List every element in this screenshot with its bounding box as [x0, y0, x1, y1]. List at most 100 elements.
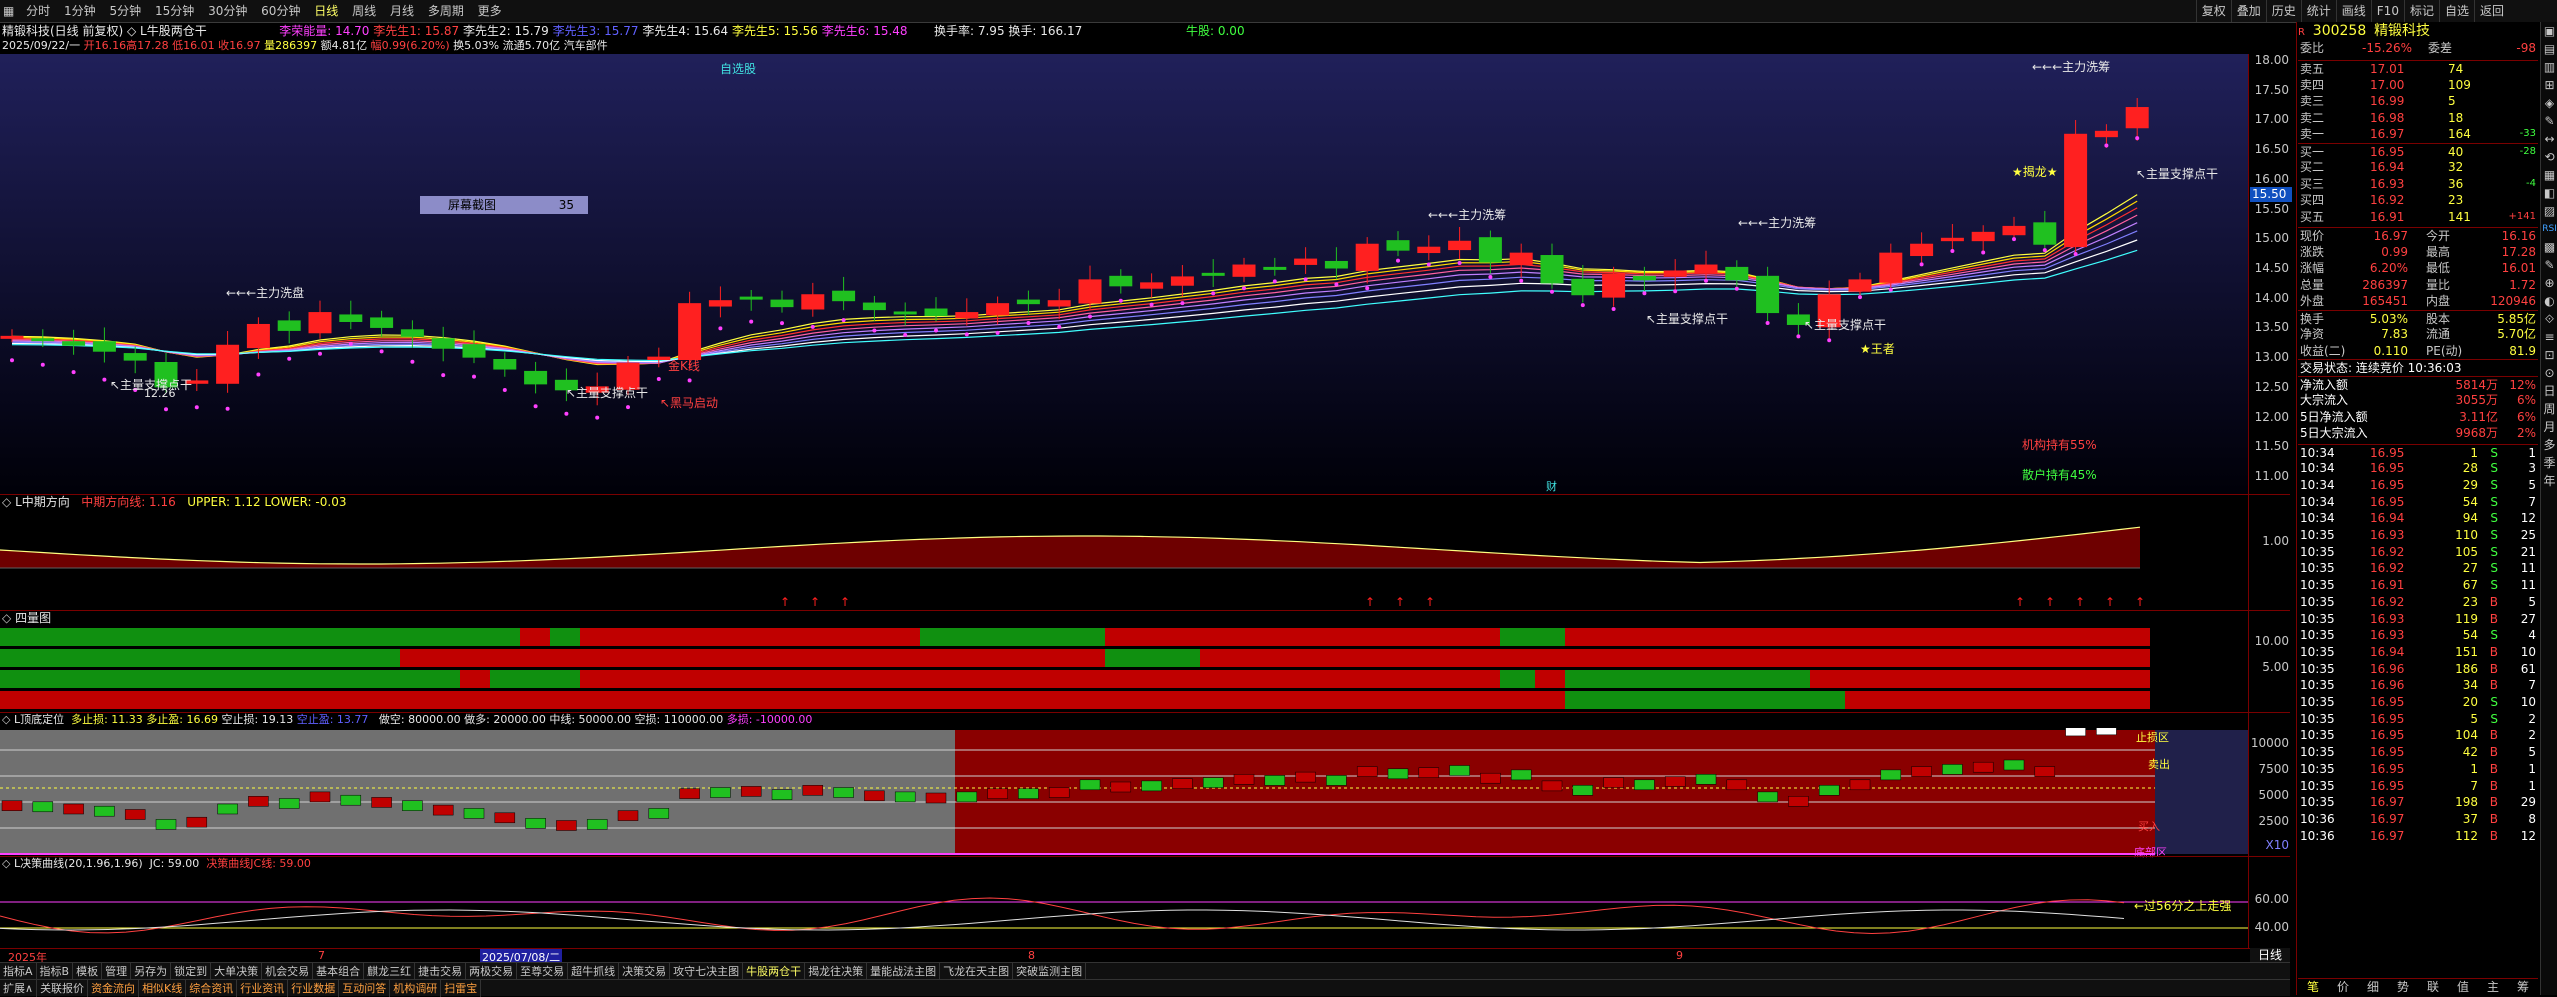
- panel3-close-icon[interactable]: ◇: [2, 611, 11, 625]
- indicator-tab[interactable]: 揭龙往决策: [805, 963, 868, 980]
- v-icon-10[interactable]: ◧: [2541, 184, 2557, 202]
- indicator-tab[interactable]: 决策交易: [619, 963, 671, 980]
- indicator-tab[interactable]: 突破监测主图: [1013, 963, 1087, 980]
- v-icon-11[interactable]: ▨: [2541, 202, 2557, 220]
- tab-period-7[interactable]: 周线: [347, 0, 381, 22]
- v-tab-day[interactable]: 日: [2541, 382, 2557, 400]
- tab-period-2[interactable]: 5分钟: [104, 0, 146, 22]
- v-icon-15[interactable]: ◐: [2541, 292, 2557, 310]
- panel3-chart[interactable]: [0, 626, 2248, 712]
- panel3-name[interactable]: 四量图: [15, 611, 51, 625]
- v-tab-season[interactable]: 季: [2541, 454, 2557, 472]
- quote-tab[interactable]: 值: [2448, 979, 2478, 996]
- v-icon-2[interactable]: ▤: [2541, 40, 2557, 58]
- panel5-name[interactable]: L决策曲线(20,1.96,1.96): [14, 857, 143, 870]
- quote-tab[interactable]: 势: [2388, 979, 2418, 996]
- v-icon-3[interactable]: ▥: [2541, 58, 2557, 76]
- btn-diejia[interactable]: 叠加: [2230, 0, 2266, 22]
- info-tab[interactable]: 关联报价: [37, 980, 89, 997]
- v-icon-12[interactable]: ▩: [2541, 238, 2557, 256]
- indicator-tab[interactable]: 基本组合: [313, 963, 365, 980]
- tab-period-6[interactable]: 日线: [309, 0, 343, 22]
- btn-fuquan[interactable]: 复权: [2195, 0, 2231, 22]
- panel4-close-icon[interactable]: ◇: [2, 713, 10, 726]
- quote-tab[interactable]: 价: [2328, 979, 2358, 996]
- indicator-tab[interactable]: 指标A: [0, 963, 37, 980]
- info-tab[interactable]: 行业数据: [288, 980, 340, 997]
- v-icon-16[interactable]: ⟐: [2541, 310, 2557, 328]
- btn-lishi[interactable]: 历史: [2265, 0, 2301, 22]
- info-tab[interactable]: 扩展∧: [0, 980, 38, 997]
- info-tab[interactable]: 扫雷宝: [441, 980, 482, 997]
- btn-tongji[interactable]: 统计: [2300, 0, 2336, 22]
- quote-tab[interactable]: 筹: [2508, 979, 2538, 996]
- panel4-chart[interactable]: [0, 715, 2248, 856]
- panel2-area[interactable]: ↑ ↑ ↑ ↑ ↑ ↑ ↑ ↑ ↑ ↑ ↑: [0, 510, 2248, 610]
- candlestick-chart[interactable]: [0, 54, 2248, 494]
- v-icon-7[interactable]: ↔: [2541, 130, 2557, 148]
- tab-period-3[interactable]: 15分钟: [150, 0, 199, 22]
- panel2-close-icon[interactable]: ◇: [2, 495, 11, 509]
- indicator-tab[interactable]: 管理: [102, 963, 132, 980]
- v-tab-week[interactable]: 周: [2541, 400, 2557, 418]
- tab-period-9[interactable]: 多周期: [423, 0, 469, 22]
- panel5-area[interactable]: [0, 872, 2248, 948]
- main-chart-area[interactable]: [0, 54, 2248, 494]
- info-tab[interactable]: 相似K线: [139, 980, 187, 997]
- quote-tab[interactable]: 细: [2358, 979, 2388, 996]
- panel2-name[interactable]: L中期方向: [15, 495, 70, 509]
- v-icon-13[interactable]: ✎: [2541, 256, 2557, 274]
- panel3-area[interactable]: [0, 626, 2248, 712]
- indicator-tab[interactable]: 机会交易: [262, 963, 314, 980]
- v-icon-18[interactable]: ⊡: [2541, 346, 2557, 364]
- v-icon-8[interactable]: ⟲: [2541, 148, 2557, 166]
- indicator-tab[interactable]: 量能战法主图: [867, 963, 941, 980]
- panel5-close-icon[interactable]: ◇: [2, 857, 10, 870]
- info-tab[interactable]: 综合资讯: [186, 980, 238, 997]
- info-tab[interactable]: 机构调研: [390, 980, 442, 997]
- v-icon-14[interactable]: ⊕: [2541, 274, 2557, 292]
- panel2-chart[interactable]: ↑ ↑ ↑ ↑ ↑ ↑ ↑ ↑ ↑ ↑ ↑: [0, 510, 2248, 610]
- window-icon[interactable]: ▦: [0, 0, 17, 22]
- btn-fanhui[interactable]: 返回: [2473, 0, 2509, 22]
- tab-period-1[interactable]: 1分钟: [59, 0, 101, 22]
- tab-period-0[interactable]: 分时: [21, 0, 55, 22]
- v-icon-5[interactable]: ◈: [2541, 94, 2557, 112]
- v-icon-6[interactable]: ✎: [2541, 112, 2557, 130]
- btn-f10[interactable]: F10: [2370, 0, 2404, 22]
- info-tab[interactable]: 资金流向: [88, 980, 140, 997]
- indicator-tab[interactable]: 两极交易: [466, 963, 518, 980]
- v-icon-1[interactable]: ▣: [2541, 22, 2557, 40]
- indicator-tab[interactable]: 飞龙在天主图: [940, 963, 1014, 980]
- indicator-tab[interactable]: 另存为: [131, 963, 172, 980]
- indicator-tab[interactable]: 指标B: [37, 963, 74, 980]
- tab-period-10[interactable]: 更多: [473, 0, 507, 22]
- indicator-tab[interactable]: 大单决策: [211, 963, 263, 980]
- tab-period-8[interactable]: 月线: [385, 0, 419, 22]
- indicator-tab[interactable]: 麒龙三红: [364, 963, 416, 980]
- indicator-tab[interactable]: 捷击交易: [415, 963, 467, 980]
- v-icon-9[interactable]: ▦: [2541, 166, 2557, 184]
- indicator-name[interactable]: ◇ L牛股两仓干: [127, 24, 207, 38]
- panel4-area[interactable]: [0, 715, 2248, 856]
- v-tab-rsi[interactable]: RSI: [2541, 220, 2557, 238]
- v-icon-4[interactable]: ⊞: [2541, 76, 2557, 94]
- tab-period-5[interactable]: 60分钟: [256, 0, 305, 22]
- quote-tab[interactable]: 主: [2478, 979, 2508, 996]
- tab-period-4[interactable]: 30分钟: [203, 0, 252, 22]
- v-icon-19[interactable]: ⊙: [2541, 364, 2557, 382]
- indicator-tab[interactable]: 至尊交易: [517, 963, 569, 980]
- panel5-chart[interactable]: [0, 872, 2248, 948]
- indicator-tab[interactable]: 超牛抓线: [568, 963, 620, 980]
- info-tab[interactable]: 互动问答: [339, 980, 391, 997]
- panel4-name[interactable]: L顶底定位: [14, 713, 64, 726]
- v-tab-year[interactable]: 年: [2541, 472, 2557, 490]
- indicator-tab[interactable]: 锁定到: [171, 963, 212, 980]
- indicator-tab[interactable]: 牛股两仓干: [743, 963, 806, 980]
- quote-tab[interactable]: 笔: [2298, 979, 2328, 996]
- v-tab-multi[interactable]: 多: [2541, 436, 2557, 454]
- v-icon-17[interactable]: ≡: [2541, 328, 2557, 346]
- btn-biaoji[interactable]: 标记: [2403, 0, 2439, 22]
- btn-huaxian[interactable]: 画线: [2335, 0, 2371, 22]
- quote-tab[interactable]: 联: [2418, 979, 2448, 996]
